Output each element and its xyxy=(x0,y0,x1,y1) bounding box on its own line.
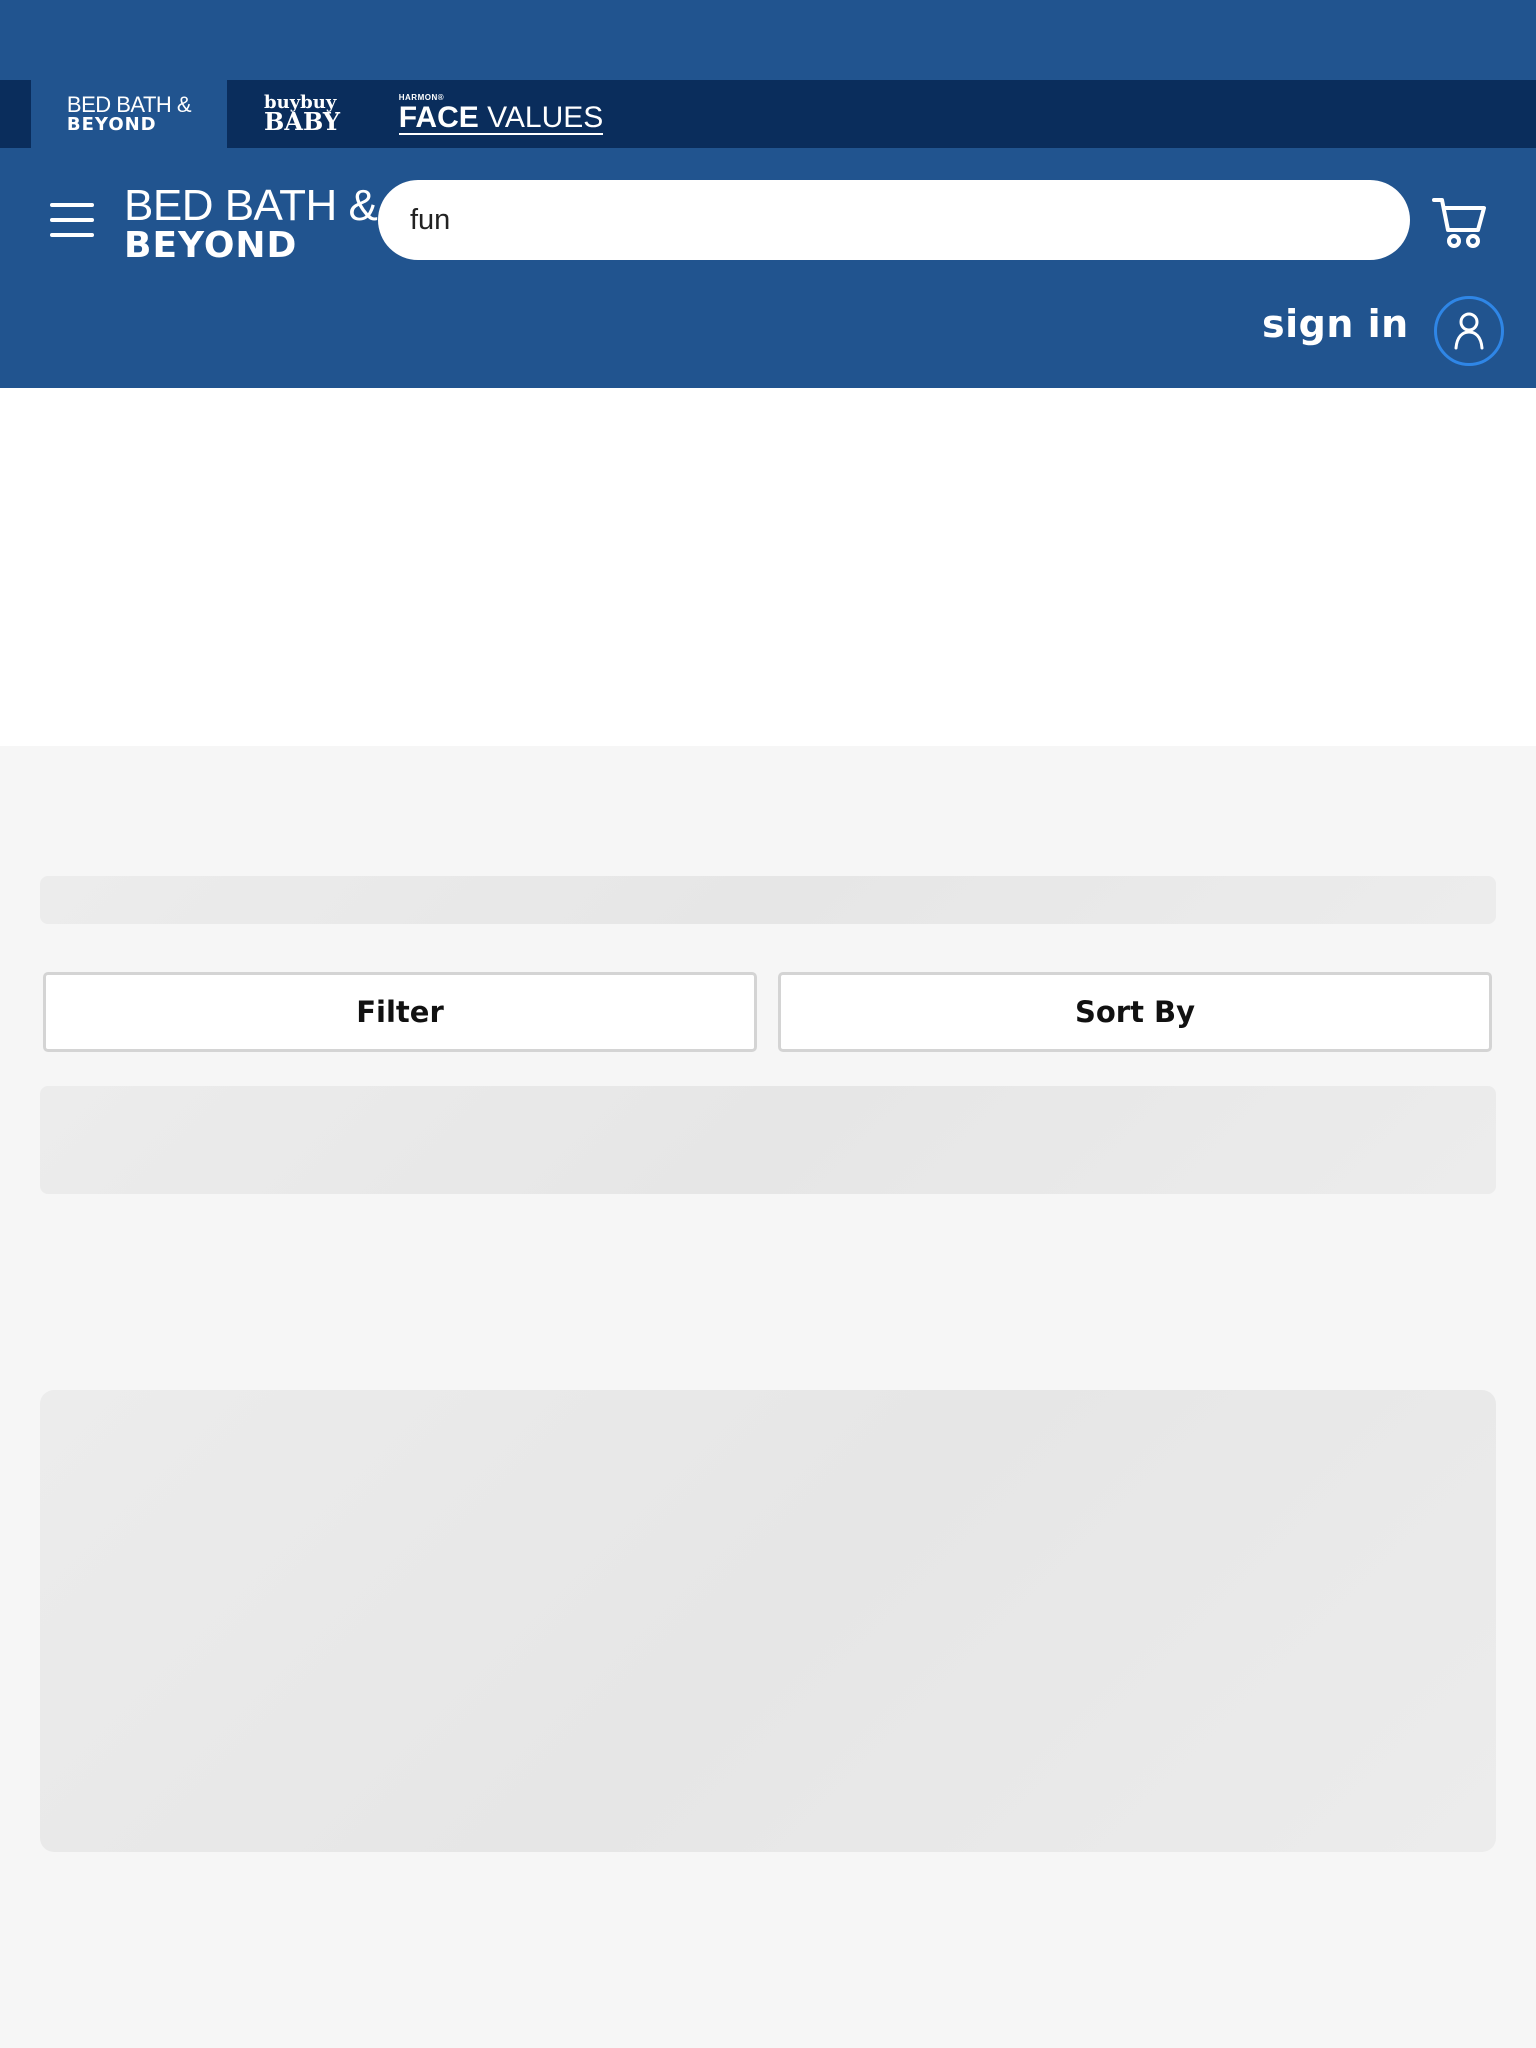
cart-icon[interactable] xyxy=(1432,194,1488,250)
site-logo[interactable]: BED BATH & BEYOND xyxy=(124,184,378,264)
buybuy-baby-logo: buybuy BABY xyxy=(264,92,340,137)
user-icon[interactable] xyxy=(1434,296,1504,366)
product-card-skeleton xyxy=(40,1390,1496,1852)
bed-bath-beyond-logo: BED BATH & BEYOND xyxy=(66,92,192,135)
brand-tab-bed-bath-beyond[interactable]: BED BATH & BEYOND xyxy=(31,80,227,148)
promo-banner-placeholder xyxy=(0,388,1536,746)
sort-by-button[interactable]: Sort By xyxy=(778,972,1492,1052)
brand-tab-buybuy-baby[interactable]: buybuy BABY xyxy=(227,80,377,148)
sign-in-link[interactable]: sign in xyxy=(1262,302,1409,346)
site-header: BED BATH & BEYOND sign in xyxy=(0,148,1536,388)
brand-switcher-bar: BED BATH & BEYOND buybuy BABY HARMON® FA… xyxy=(0,80,1536,148)
brand-tab-harmon-face-values[interactable]: HARMON® FACE VALUES xyxy=(396,80,606,148)
harmon-face-values-logo: HARMON® FACE VALUES xyxy=(398,92,604,136)
hamburger-menu-icon[interactable] xyxy=(50,203,94,237)
filter-button[interactable]: Filter xyxy=(43,972,757,1052)
results-info-skeleton xyxy=(40,1086,1496,1194)
top-banner-strip xyxy=(0,0,1536,80)
search-bar[interactable] xyxy=(378,180,1410,260)
breadcrumb-skeleton xyxy=(40,876,1496,924)
search-input[interactable] xyxy=(410,203,1410,237)
